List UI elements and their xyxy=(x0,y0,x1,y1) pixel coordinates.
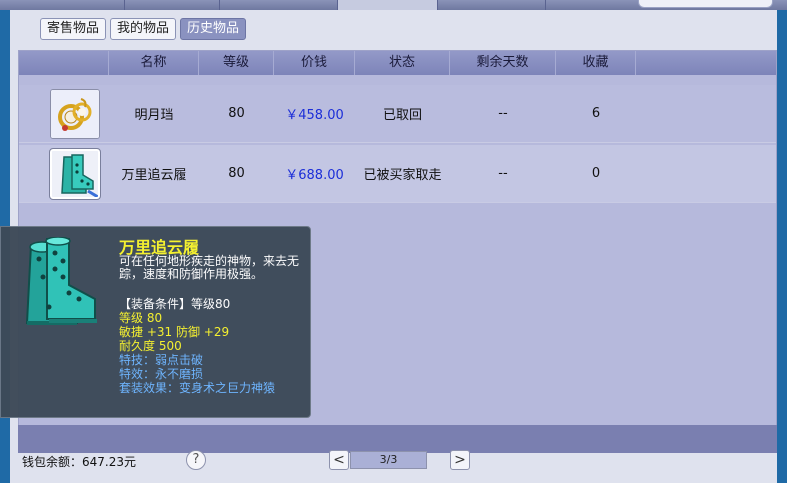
header-spacer xyxy=(636,51,776,75)
page-indicator: 3/3 xyxy=(350,451,427,469)
tab-history-items[interactable]: 历史物品 xyxy=(180,18,247,40)
right-window-edge xyxy=(777,10,787,483)
boots-icon[interactable] xyxy=(49,147,101,200)
tooltip-requirement: 【装备条件】等级80 xyxy=(119,297,231,311)
item-price: ￥688.00 xyxy=(285,168,344,183)
outer-tab-4[interactable] xyxy=(338,0,438,10)
item-favorites: 0 xyxy=(591,166,601,181)
prev-page-button[interactable]: < xyxy=(329,450,349,470)
item-price: ￥458.00 xyxy=(285,108,344,123)
sub-tab-bar: 寄售物品 我的物品 历史物品 xyxy=(40,18,247,42)
tooltip-effect: 特效：永不磨损 xyxy=(119,367,204,381)
header-days-left: 剩余天数 xyxy=(450,51,556,75)
help-button[interactable]: ? xyxy=(186,450,206,470)
tooltip-stat-durability: 耐久度 500 xyxy=(119,339,182,353)
outer-tab-5[interactable] xyxy=(438,0,546,10)
tooltip-stat-level: 等级 80 xyxy=(119,311,163,325)
header-status: 状态 xyxy=(355,51,450,75)
item-favorites: 6 xyxy=(591,106,601,121)
header-favorites: 收藏 xyxy=(556,51,636,75)
tooltip-set-effect: 套装效果：变身术之巨力神猿 xyxy=(119,381,276,395)
table-header: 名称 等级 价钱 状态 剩余天数 收藏 xyxy=(19,51,776,75)
tooltip-stat-agility-defense: 敏捷 +31 防御 +29 xyxy=(119,325,230,339)
item-level: 80 xyxy=(228,166,245,181)
search-input[interactable] xyxy=(638,0,773,8)
outer-tab-2[interactable] xyxy=(125,0,220,10)
boots-icon xyxy=(9,236,113,337)
item-name: 万里追云履 xyxy=(121,168,187,183)
item-status: 已取回 xyxy=(382,108,422,123)
earring-icon[interactable] xyxy=(50,88,100,139)
item-days-left: -- xyxy=(498,166,508,181)
tab-consign-items[interactable]: 寄售物品 xyxy=(40,18,107,40)
item-tooltip: 万里追云履 可在任何地形疾走的神物，来去无踪，速度和防御作用极强。 【装备条件】… xyxy=(0,226,311,418)
header-level: 等级 xyxy=(199,51,274,75)
item-status: 已被买家取走 xyxy=(363,168,442,183)
next-page-button[interactable]: > xyxy=(450,450,470,470)
header-name: 名称 xyxy=(109,51,199,75)
item-level: 80 xyxy=(228,106,245,121)
table-row[interactable]: 万里追云履 80 ￥688.00 已被买家取走 -- 0 xyxy=(19,145,776,203)
item-days-left: -- xyxy=(498,106,508,121)
outer-tab-1[interactable] xyxy=(30,0,125,10)
outer-tab-3[interactable] xyxy=(220,0,338,10)
table-row[interactable]: 明月珰 80 ￥458.00 已取回 -- 6 xyxy=(19,85,776,143)
wallet-balance: 钱包余额：647.23元 xyxy=(22,455,136,469)
header-price: 价钱 xyxy=(274,51,355,75)
outer-tab-strip xyxy=(0,0,787,10)
item-name: 明月珰 xyxy=(134,108,174,123)
table-footer-bar xyxy=(18,425,777,453)
tooltip-description: 可在任何地形疾走的神物，来去无踪，速度和防御作用极强。 xyxy=(119,254,300,281)
tooltip-skill: 特技：弱点击破 xyxy=(119,353,204,367)
tab-my-items[interactable]: 我的物品 xyxy=(110,18,177,40)
header-icon-col xyxy=(19,51,109,75)
